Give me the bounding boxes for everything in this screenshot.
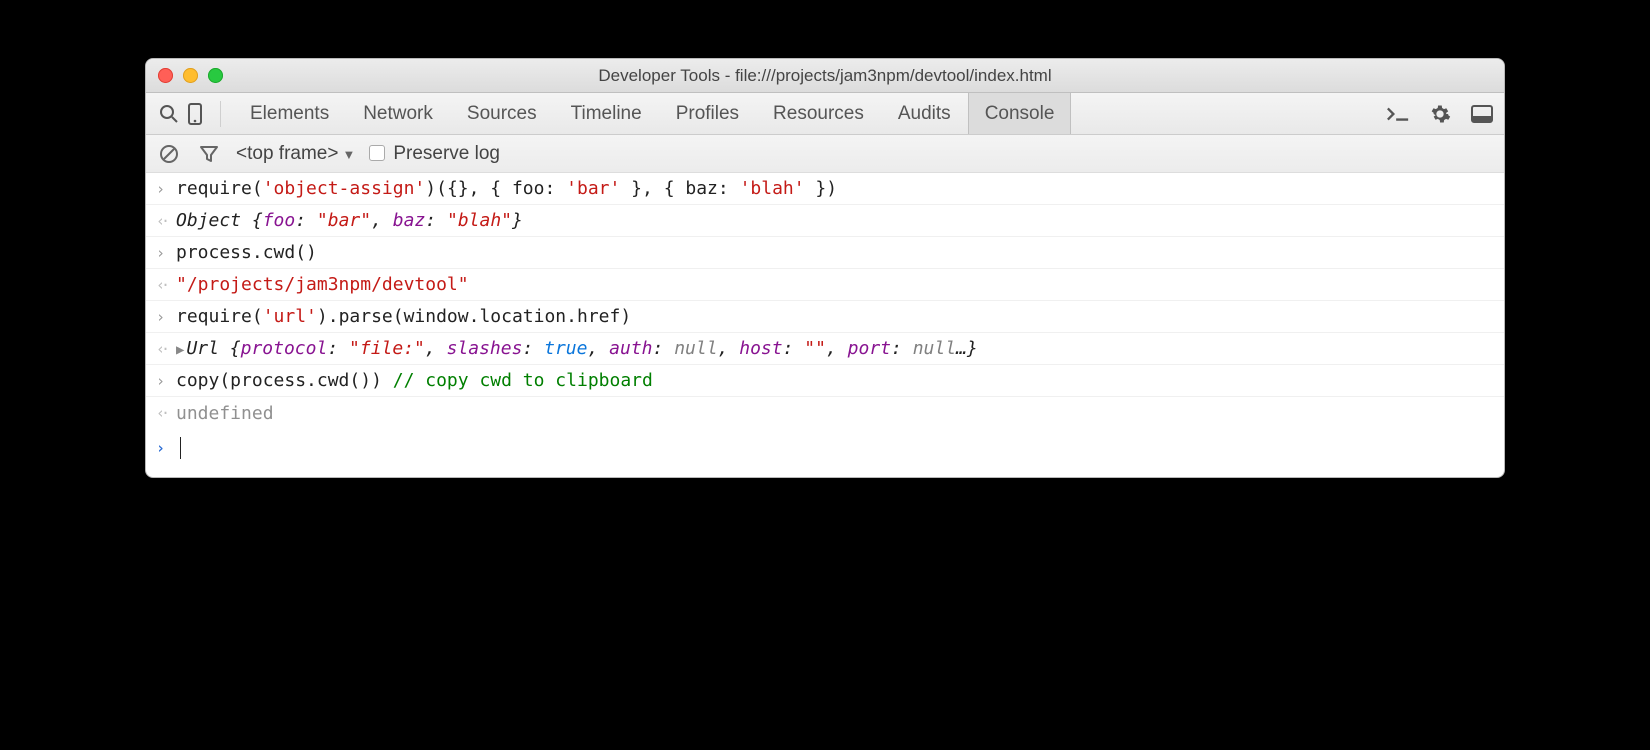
console-code[interactable]: require('object-assign')({}, { foo: 'bar… <box>176 178 837 199</box>
console-drawer-icon[interactable] <box>1386 102 1410 126</box>
tab-label: Network <box>363 103 433 125</box>
tab-label: Audits <box>898 103 951 125</box>
input-marker-icon <box>156 308 176 326</box>
devtools-window: Developer Tools - file:///projects/jam3n… <box>145 58 1505 478</box>
preserve-log-label: Preserve log <box>393 143 500 164</box>
device-icon[interactable] <box>182 103 208 125</box>
checkbox-icon <box>369 145 385 161</box>
console-code[interactable]: require('url').parse(window.location.hre… <box>176 306 631 327</box>
tab-label: Elements <box>250 103 329 125</box>
tab-profiles[interactable]: Profiles <box>659 93 756 134</box>
filter-icon[interactable] <box>196 144 222 164</box>
panel-tabs: Elements Network Sources Timeline Profil… <box>233 93 1071 134</box>
tab-audits[interactable]: Audits <box>881 93 968 134</box>
tab-label: Timeline <box>571 103 642 125</box>
zoom-icon[interactable] <box>208 68 223 83</box>
console-input-row: copy(process.cwd()) // copy cwd to clipb… <box>146 365 1504 397</box>
console-output-row: undefined <box>146 397 1504 429</box>
console-code[interactable]: process.cwd() <box>176 242 317 263</box>
output-marker-icon <box>156 276 176 294</box>
input-marker-icon <box>156 372 176 390</box>
tab-elements[interactable]: Elements <box>233 93 346 134</box>
window-controls <box>158 68 223 83</box>
console-result[interactable]: Object {foo: "bar", baz: "blah"} <box>176 210 523 231</box>
tab-timeline[interactable]: Timeline <box>554 93 659 134</box>
titlebar: Developer Tools - file:///projects/jam3n… <box>146 59 1504 93</box>
console-output: require('object-assign')({}, { foo: 'bar… <box>146 173 1504 477</box>
console-prompt-row[interactable] <box>146 429 1504 477</box>
toolbar: Elements Network Sources Timeline Profil… <box>146 93 1504 135</box>
text-cursor <box>180 437 181 459</box>
frame-context-label: <top frame> <box>236 143 338 164</box>
output-marker-icon <box>156 212 176 230</box>
tab-label: Console <box>985 103 1055 125</box>
console-result[interactable]: undefined <box>176 403 274 424</box>
gear-icon[interactable] <box>1428 102 1452 126</box>
output-marker-icon <box>156 340 176 358</box>
console-filterbar: <top frame> ▼ Preserve log <box>146 135 1504 173</box>
console-input-row: require('url').parse(window.location.hre… <box>146 301 1504 333</box>
tab-sources[interactable]: Sources <box>450 93 554 134</box>
console-input-row: process.cwd() <box>146 237 1504 269</box>
expand-triangle-icon[interactable]: ▶ <box>176 342 184 358</box>
console-output-row: "/projects/jam3npm/devtool" <box>146 269 1504 301</box>
tab-resources[interactable]: Resources <box>756 93 881 134</box>
prompt-marker-icon <box>156 439 176 457</box>
tab-network[interactable]: Network <box>346 93 450 134</box>
input-marker-icon <box>156 180 176 198</box>
preserve-log-toggle[interactable]: Preserve log <box>369 143 500 165</box>
input-marker-icon <box>156 244 176 262</box>
console-code[interactable]: copy(process.cwd()) // copy cwd to clipb… <box>176 370 653 391</box>
chevron-down-icon: ▼ <box>342 147 355 162</box>
clear-console-icon[interactable] <box>156 144 182 164</box>
tab-label: Profiles <box>676 103 739 125</box>
console-output-row: ▶Url {protocol: "file:", slashes: true, … <box>146 333 1504 365</box>
output-marker-icon <box>156 404 176 422</box>
dock-icon[interactable] <box>1470 102 1494 126</box>
console-result[interactable]: ▶Url {protocol: "file:", slashes: true, … <box>176 338 978 359</box>
window-title: Developer Tools - file:///projects/jam3n… <box>158 66 1492 86</box>
search-icon[interactable] <box>156 104 182 124</box>
tab-label: Sources <box>467 103 537 125</box>
minimize-icon[interactable] <box>183 68 198 83</box>
console-result[interactable]: "/projects/jam3npm/devtool" <box>176 274 469 295</box>
console-input-row: require('object-assign')({}, { foo: 'bar… <box>146 173 1504 205</box>
console-output-row: Object {foo: "bar", baz: "blah"} <box>146 205 1504 237</box>
frame-context-select[interactable]: <top frame> ▼ <box>236 143 355 165</box>
tab-console[interactable]: Console <box>968 93 1072 134</box>
close-icon[interactable] <box>158 68 173 83</box>
tab-label: Resources <box>773 103 864 125</box>
toolbar-divider <box>220 101 221 127</box>
